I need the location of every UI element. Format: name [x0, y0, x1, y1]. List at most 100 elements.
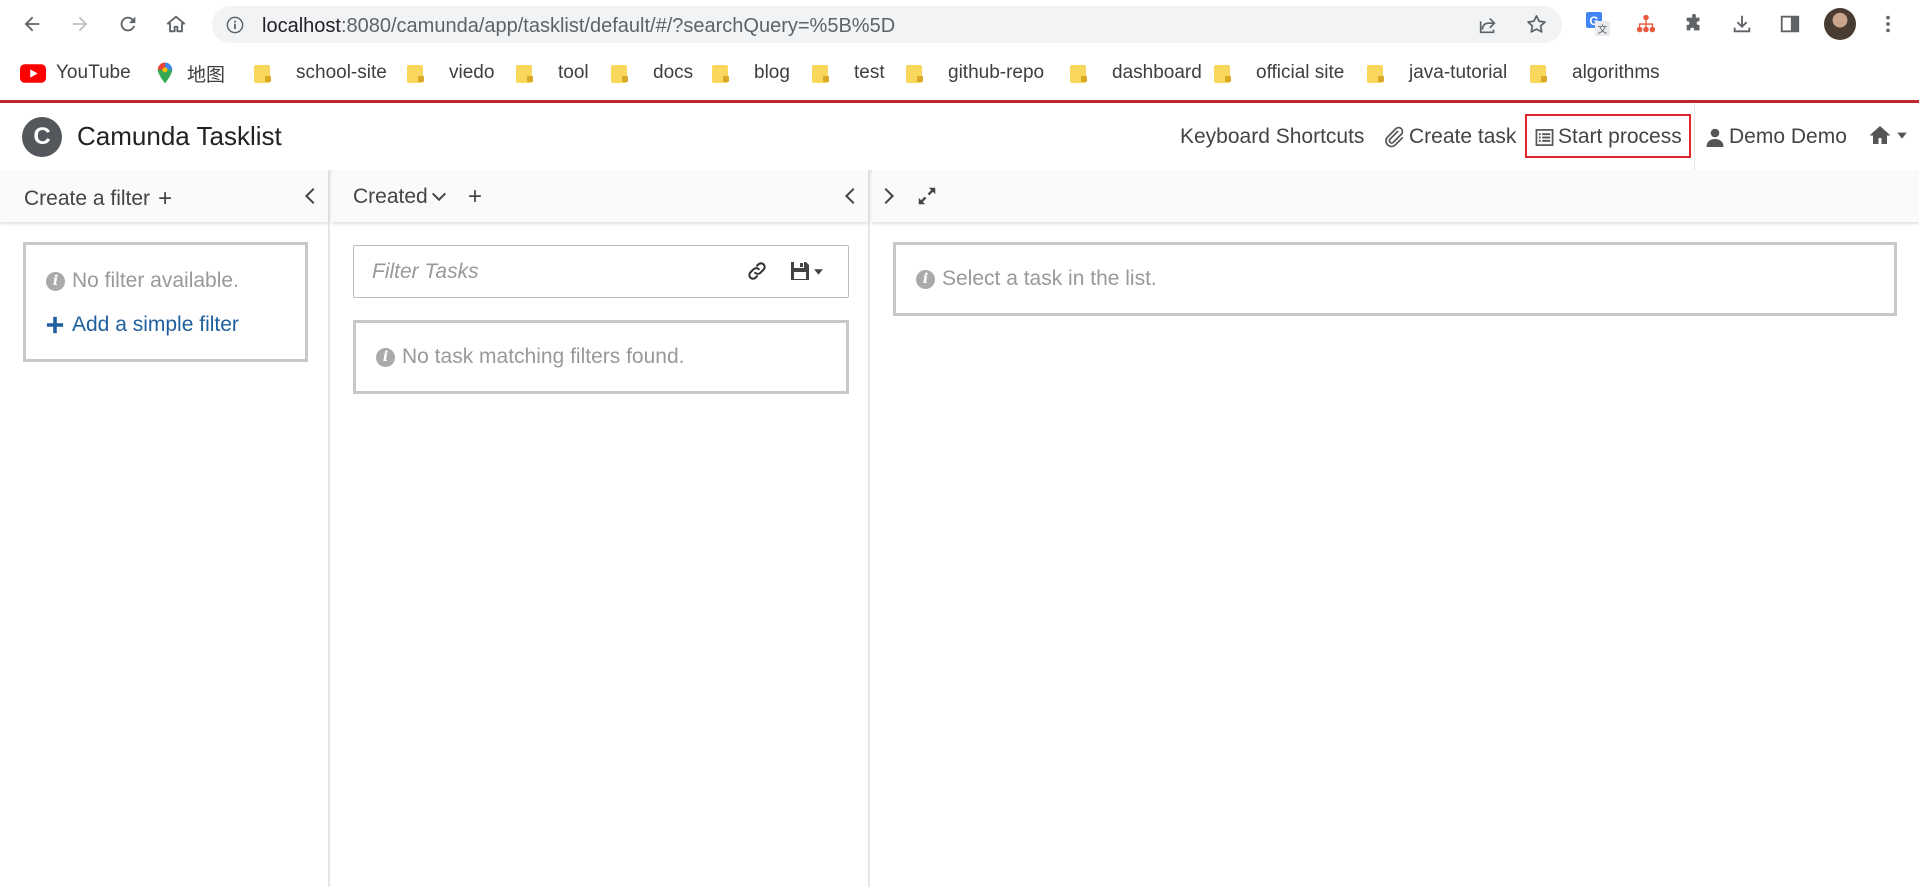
create-task-link[interactable]: Create task [1383, 125, 1516, 149]
info-icon: i [46, 271, 65, 291]
bookmark-algorithms[interactable]: algorithms [1530, 60, 1660, 86]
sort-dropdown[interactable]: Created [353, 185, 448, 209]
bookmark-java-tutorial[interactable]: java-tutorial [1367, 60, 1507, 86]
sitemap-extension[interactable] [1632, 10, 1660, 38]
list-alt-icon [1535, 128, 1554, 146]
bookmark-youtube[interactable]: YouTube [20, 60, 131, 86]
caret-down-icon [814, 268, 823, 275]
translate-extension[interactable]: G文 [1584, 10, 1612, 38]
reload-icon [120, 16, 136, 32]
bookmark-docs[interactable]: docs [611, 60, 693, 86]
folder-icon [407, 63, 425, 83]
kebab-menu-icon [1886, 15, 1890, 33]
folder-icon [1530, 63, 1548, 83]
home-icon [1869, 126, 1891, 144]
keyboard-shortcuts-link[interactable]: Keyboard Shortcuts [1180, 125, 1364, 149]
filter-tasks-input[interactable] [354, 246, 734, 297]
back-button[interactable] [18, 10, 46, 38]
address-bar[interactable]: localhost:8080/camunda/app/tasklist/defa… [212, 6, 1562, 43]
bookmark-maps[interactable]: 地图 [157, 60, 225, 86]
bookmark-test[interactable]: test [812, 60, 885, 86]
bookmark-star-icon[interactable] [1525, 13, 1548, 36]
arrow-left-icon [24, 16, 40, 32]
plus-icon [46, 316, 64, 334]
link-icon[interactable] [746, 260, 768, 282]
bookmark-dashboard[interactable]: dashboard [1070, 60, 1202, 86]
bookmark-github-repo[interactable]: github-repo [906, 60, 1044, 86]
folder-icon [516, 63, 534, 83]
collapse-chevron-left-icon[interactable] [300, 184, 322, 208]
task-detail-panel: i Select a task in the list. [872, 170, 1919, 887]
info-icon: i [916, 269, 935, 289]
bookmark-label: blog [754, 62, 790, 83]
filter-tasks-field [353, 245, 849, 298]
bookmark-tool[interactable]: tool [516, 60, 589, 86]
folder-icon [1214, 63, 1232, 83]
add-simple-filter-link[interactable]: Add a simple filter [46, 313, 239, 337]
camunda-logo[interactable]: C [22, 117, 62, 157]
plus-icon: + [468, 183, 483, 210]
bookmark-official-site[interactable]: official site [1214, 60, 1344, 86]
header-divider [1694, 103, 1695, 170]
create-filter-label: Create a filter [24, 187, 151, 210]
bookmark-label: 地图 [187, 64, 226, 86]
no-task-text: No task matching filters found. [402, 345, 685, 368]
start-process-link[interactable]: Start process [1535, 125, 1682, 149]
home-menu[interactable] [1868, 123, 1912, 147]
side-panel-icon [1780, 15, 1800, 33]
filters-panel: Create a filter + i No filter available.… [0, 170, 330, 887]
create-filter-button[interactable]: Create a filter + [24, 185, 172, 213]
folder-icon [611, 63, 629, 83]
caret-down-icon [1897, 132, 1907, 139]
bookmark-label: docs [653, 62, 694, 83]
app-title[interactable]: Camunda Tasklist [77, 121, 282, 152]
fullscreen-icon[interactable] [916, 185, 938, 207]
expand-chevron-right-icon[interactable] [877, 184, 899, 208]
bookmark-school-site[interactable]: school-site [254, 60, 387, 86]
youtube-icon [20, 63, 46, 83]
app-header: C Camunda Tasklist Keyboard Shortcuts Cr… [0, 103, 1919, 170]
chevron-down-icon [431, 192, 446, 202]
bookmark-label: tool [558, 62, 589, 83]
bookmark-label: java-tutorial [1409, 62, 1508, 83]
browser-menu-button[interactable] [1874, 10, 1902, 38]
extensions-button[interactable] [1680, 10, 1708, 38]
reload-button[interactable] [114, 10, 142, 38]
profile-avatar[interactable] [1824, 8, 1856, 40]
collapse-chevron-left-icon[interactable] [840, 184, 862, 208]
bookmark-label: YouTube [56, 62, 131, 83]
bookmark-blog[interactable]: blog [712, 60, 790, 86]
no-filter-message: i No filter available. [46, 269, 239, 293]
downloads-button[interactable] [1728, 10, 1756, 38]
forward-button[interactable] [66, 10, 94, 38]
download-icon [1733, 15, 1751, 33]
task-detail-header [872, 170, 1919, 222]
select-task-text: Select a task in the list. [942, 267, 1157, 290]
save-search-dropdown[interactable] [790, 261, 824, 281]
sort-label: Created [353, 185, 428, 208]
bookmark-viedo[interactable]: viedo [407, 60, 494, 86]
site-info-icon[interactable] [226, 16, 244, 34]
info-icon: i [376, 347, 395, 367]
folder-icon [906, 63, 924, 83]
svg-text:文: 文 [1598, 23, 1608, 36]
folder-icon [712, 63, 730, 83]
home-button[interactable] [162, 10, 190, 38]
add-sorting-button[interactable]: + [468, 183, 482, 211]
no-filter-text: No filter available. [72, 269, 239, 292]
bookmark-label: school-site [296, 62, 387, 83]
puzzle-icon [1686, 13, 1700, 31]
create-task-label: Create task [1409, 125, 1517, 148]
filter-empty-box: i No filter available. Add a simple filt… [23, 242, 308, 362]
translate-icon: G文 [1586, 12, 1610, 36]
maps-icon [157, 62, 173, 84]
task-empty-box: i No task matching filters found. [353, 320, 849, 394]
task-detail-empty-box: i Select a task in the list. [893, 242, 1897, 316]
user-menu[interactable]: Demo Demo [1705, 125, 1847, 149]
share-icon[interactable] [1477, 14, 1499, 36]
side-panel-button[interactable] [1776, 10, 1804, 38]
user-name: Demo Demo [1729, 125, 1847, 148]
task-list-header: Created + [332, 170, 868, 222]
add-filter-label: Add a simple filter [72, 313, 239, 336]
folder-icon [1367, 63, 1385, 83]
